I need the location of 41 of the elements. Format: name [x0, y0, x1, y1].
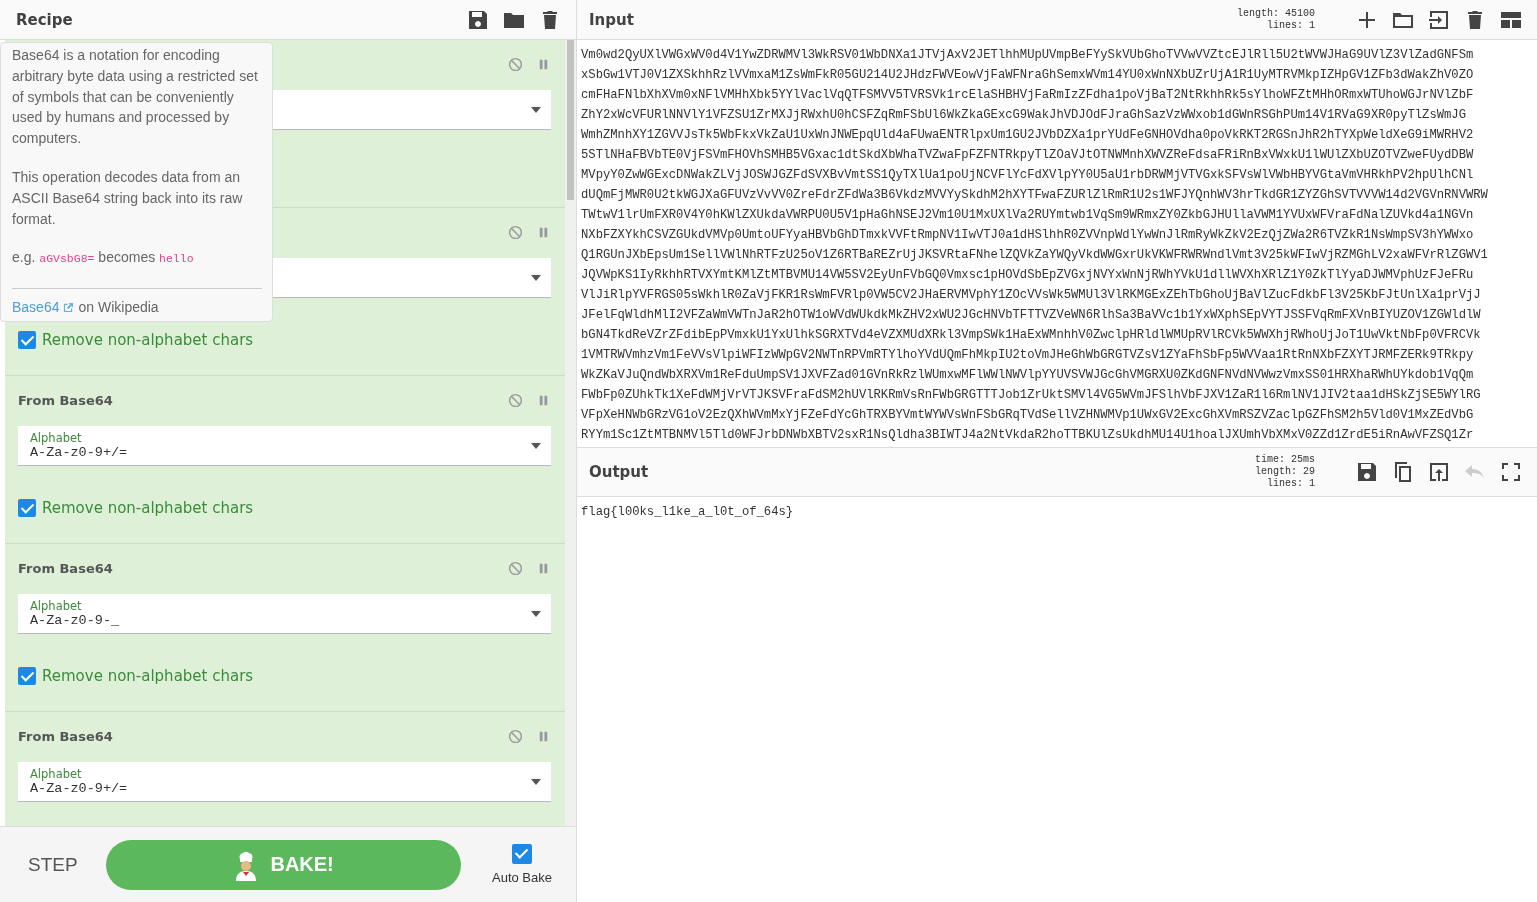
operation-title: From Base64	[18, 728, 113, 744]
scrollbar[interactable]	[565, 40, 576, 826]
link-suffix: on Wikipedia	[78, 298, 159, 318]
checkbox-label: Remove non-alphabet chars	[42, 499, 254, 517]
operation-title: From Base64	[18, 392, 113, 408]
disable-icon[interactable]	[508, 728, 523, 744]
checkbox[interactable]	[18, 499, 36, 517]
checkbox[interactable]	[18, 667, 36, 685]
auto-bake-label: Auto Bake	[492, 870, 552, 885]
disable-icon[interactable]	[508, 56, 523, 72]
caret-icon	[531, 107, 541, 113]
replace-input-icon[interactable]	[1427, 460, 1451, 484]
description-text: This operation decodes data from an ASCII Base64 string back into its raw format.	[12, 168, 244, 229]
output-title: Output	[589, 463, 649, 481]
disable-icon[interactable]	[508, 224, 523, 240]
output-text: flag{l00ks_l1ke_a_l0t_of_64s}	[581, 505, 794, 519]
step-button[interactable]: STEP	[24, 849, 82, 880]
caret-icon	[531, 275, 541, 281]
recipe-title: Recipe	[16, 10, 73, 29]
example-text: e.g. aGVsbG8= becomes hello	[12, 248, 195, 268]
input-title: Input	[589, 10, 634, 29]
disable-icon[interactable]	[508, 560, 523, 576]
maximize-icon[interactable]	[1499, 460, 1523, 484]
caret-icon	[531, 443, 541, 449]
auto-bake-checkbox[interactable]	[512, 844, 532, 864]
external-link-icon	[63, 302, 75, 314]
alphabet-dropdown[interactable]: Alphabet A-Za-z0-9+/=	[18, 426, 551, 466]
alphabet-dropdown[interactable]: Alphabet A-Za-z0-9+/=	[18, 762, 551, 802]
checkbox-label: Remove non-alphabet chars	[42, 331, 254, 349]
output-stats: time: 25ms length: 29 lines: 1	[1254, 454, 1315, 490]
caret-icon	[531, 611, 541, 617]
description-text: Base64 is a notation for encoding arbitrary byte data using a restricted set of symbols that can be conveniently used by humans and processed by computers.	[12, 46, 259, 149]
disable-icon[interactable]	[508, 392, 523, 408]
checkbox-label: Remove non-alphabet chars	[42, 667, 254, 685]
alphabet-dropdown[interactable]: Alphabet A-Za-z0-9-_	[18, 594, 551, 634]
checkbox[interactable]	[18, 331, 36, 349]
caret-icon	[531, 779, 541, 785]
save-icon[interactable]	[1355, 460, 1379, 484]
operation-title: From Base64	[18, 560, 113, 576]
input-text[interactable]: Vm0wd2QyUXlVWGxWV0d4V1YwZDRWMVl3WkRSV01WbDNXa1JTVjAxV2JETlhhMUpUVmpBeFYySkVUbGhoTVVwVVZtcEJlRll5U2tWVWJHaG9UVlZ3VlZadGNFSm xSbGw1VTJ0V1ZXSkhhRzlVVmxaM1ZsWmFkR05GU214U2JHdzFWVEowVjFaWFNraGhSemxWVm14YU0xWnNXbUZrUjA1R1UyMTRVMkpIZHpGV1ZFb3dWakZhV0ZO cmFHaFNlbXhXVm0xNFlVMHhXbk5YYlVaclVqQTFSMVV5TVRSVk1rcElaSHBHVjFaRmIzZFdha1poVjBaT2NtRkhhRk5sYlhoWFZtMHhORmxWTUhoWGJrNVlZbF ZhY2xWcVFURlNNVlY1VFZSU1ZrMXJjRWxhU0hCSFZqRmFSbUl6WkZkaGExcG9WakJhVDJOdFJraGhSazVzWWxob1dGWnRSGhPUm14V1RVaG9XR0pyTlZsWmJG WmhZMnhXY1ZGVVJsTk5WbFkxVkZaU1UxWnJNWEpqUld4aFUwaENTRlpxUm1GU2JVbDZXa1prYUdFeGNHOVdha0poVkRKT2RGSnJhR2hTYXpWeldXeG9iMWRHV2 5STlNHaFBVbTE0VjFSVmFHOVhSMHB5VGxac1dtSkdXbWhaTVZwaFpFZFNTRkpyTlZOaVJtOTNWMnhXWVZReFdsaFRiRnBxVWxkU1lWUlZXbUZOTVZweFUydDBW MVpyY0ZwWGExcDNWakZLVjJOSWJGZFdSVXBvVmtSS1QyTXlUa1poUjNCVFlYcFdXVlpYY0U5aU1rbDRWMjVTVGxkSFVsWlVWbHBYVGtaVmVHRkhPV2hpUlhCNl dUQmFjMWR0U2tkWGJXaGFUVzVvVV0ZreFdrZFdWa3B6VkdzMVVYySkdhM2hXYTFwaFZURlZlRmR1U2s1WFJYQnhWV3hrTkdGR1ZYZGhSVTVVVW14d2VGVnRNVWRW TWtwV1lrUmFXR0V4Y0hKWlZXUkdaVWRPU0U5V1pHaGhNSEJ2Vm10U1MxUXlVa2RUYmtwb1VqSm9WRmxZY0ZkbGJHUllaVWM1YVUxWFVraFdNalZUVkd4a1NGVn NXbFZXYkhCSVZGUkdVMVp0UmtoUFYyaHBVbGhDTmxkVVFtRmpNV1IwVTJ0a1dHSlhhR0ZVVnpWdlYwWnJlRmRyWkZkV2EzQjZWa2R6TVZkR1NsWmpSV3hYWWxo Q1RGUnJXbEpsUm1SellVWlNhRTFzU25oV1Z6RTBaREZrUjJKSVRtaFNhelZQVkZaYWQyVkdWWGxrUkVKWFRWRWndlVmt3V25kWFIwVjRZMGhLV2xaWFVrRlZGWV1 JQVWpKS1IyRkhhRTVXYmtKMlZtMTBVMU14VW5SV2EyUnFVbGQ0Vmxsc1pHOVdSbEpZVGxjNVYxWnNjRWhYVkU1dllWVXhXRlZ1Y0ZkTlYyaDJWMVphUzFJeFRu VlJiRlpYVFRGS05sWkhlR0ZaVjFKR1RsWmFVRlp0VW5CV2JHaERVMVphY1ZOcVVsWk5WMUl3VlRKMGExZEhTbGhoUjBaVlZucFdkbFl3V25KbFJtUnlXa1prVjJ JFelFqWldhMlI2VFZaWmVWTnJaR2hOTW1oWVdWUkdkMkZHV2xWU2JGcHNVbTFTTVZVeWN6RlhSa3BaVVc1b1YxWXphSEpVYTJSSFVqRmFXVnBIYUZOV1ZGWldlW bGN4TkdReVZrZFdibEpPVmxkU1YxUlhkSGRXTVd4eVZXMUdXRkl3VmpSWk1HaExWMnhhV0ZwclpHRldlWMUpRVlRCVk5WWXhjRWhoUjJoT1UwVktNbFp0VFRCVk 1VMTRWVmhzVm1FeVVsVlpiWFIzWWpGV2NWTnRPVmRTYlhoYVdUQmFhMkpIU2toVmJHeGhWbGRGTVZsV1ZYaFhSbFp5WVVaa1RtRnNXbFZXYTJRMFZERk9TRkpy WkZKaVJuQndWbXRXVm1ReFduUmpSV1JXVFZad01GVnRkRzlWUmxwMFlWWlNWVlpYYUVSVWJGcGhVMGRXU0ZKdGNFNVdNVWwzVmxSS01HRXhaRWhUYkdob1VqQm FWbFp0ZUhkTk1XeFdWMjVrVTJKSVFraFdSM2hUVlRKRmVsRnFWbGRGTTTJob1ZrUktSMVl4VG5WVmJFSlhVbFJXV1ZaR1l6RmlNV1JIV2taa1dHSkZjSE5WYlRG VFpXeHNWbGRzVG1oV2EzQXhWVmMxYjFZeFdYcGhTRXBYVmtWYWVsWnFSbGRqTVdSellVZHNWMVp1UWxGV2ExcGhXVmRSZVZaclpGZFhSM2h5Vld0V1MxZEdVbG RYYm1Sc1ZtMTBNMVl5Tld0WFJrbDNWbXBTV2sxR1NsQldha3BIWTJ4a2NtVkdaR2hoTTBKUlZsUkdhMU14U1hoalJXUmhVbXMxV0ZZd1ZrdE5iRnAwVFZSQ1Zr	[577, 40, 1537, 447]
input-stats: length: 45100 lines: 1	[1236, 7, 1315, 32]
